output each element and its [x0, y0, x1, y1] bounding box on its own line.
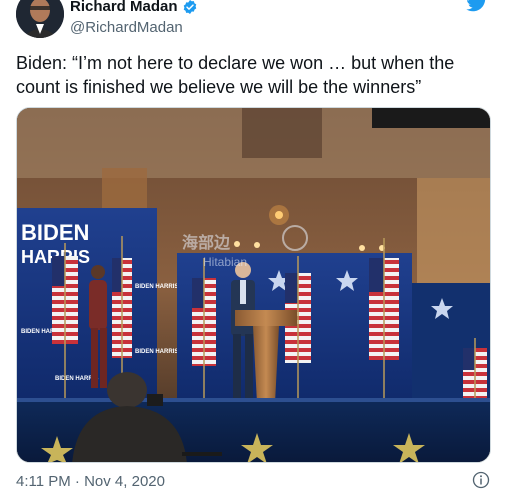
tweet-photo[interactable]: BIDEN HARRIS BIDEN HARRIS BIDEN HARRIS B…: [16, 107, 491, 463]
verified-badge-icon: [183, 0, 196, 14]
tweet-timestamp[interactable]: 4:11 PM · Nov 4, 2020: [16, 473, 165, 490]
twitter-bird-icon[interactable]: [466, 0, 488, 12]
info-icon[interactable]: [472, 471, 490, 489]
tweet-text-line-2: count is finished we believe we will be …: [16, 77, 422, 97]
watermark-en: Hitabian: [203, 255, 247, 269]
display-name-row[interactable]: Richard Madan: [70, 0, 198, 15]
author-block: Richard Madan @RichardMadan: [70, 0, 198, 36]
tweet-card: Richard Madan @RichardMadan Biden: “I’m …: [0, 0, 508, 503]
small-sign-1: BIDEN HARRIS: [135, 284, 178, 290]
watermark-cn: 海部边: [182, 233, 231, 252]
handle[interactable]: @RichardMadan: [70, 19, 198, 36]
tweet-text-line-1: Biden: “I’m not here to declare we won ……: [16, 53, 455, 73]
banner-line-1: BIDEN: [21, 220, 89, 245]
avatar[interactable]: [16, 0, 64, 38]
photo-scene: BIDEN HARRIS BIDEN HARRIS BIDEN HARRIS B…: [17, 108, 490, 462]
display-name[interactable]: Richard Madan: [70, 0, 178, 15]
small-sign-2: BIDEN HARRIS: [135, 349, 178, 355]
tweet-text: Biden: “I’m not here to declare we won ……: [16, 51, 492, 99]
speaker-left: [89, 265, 107, 388]
